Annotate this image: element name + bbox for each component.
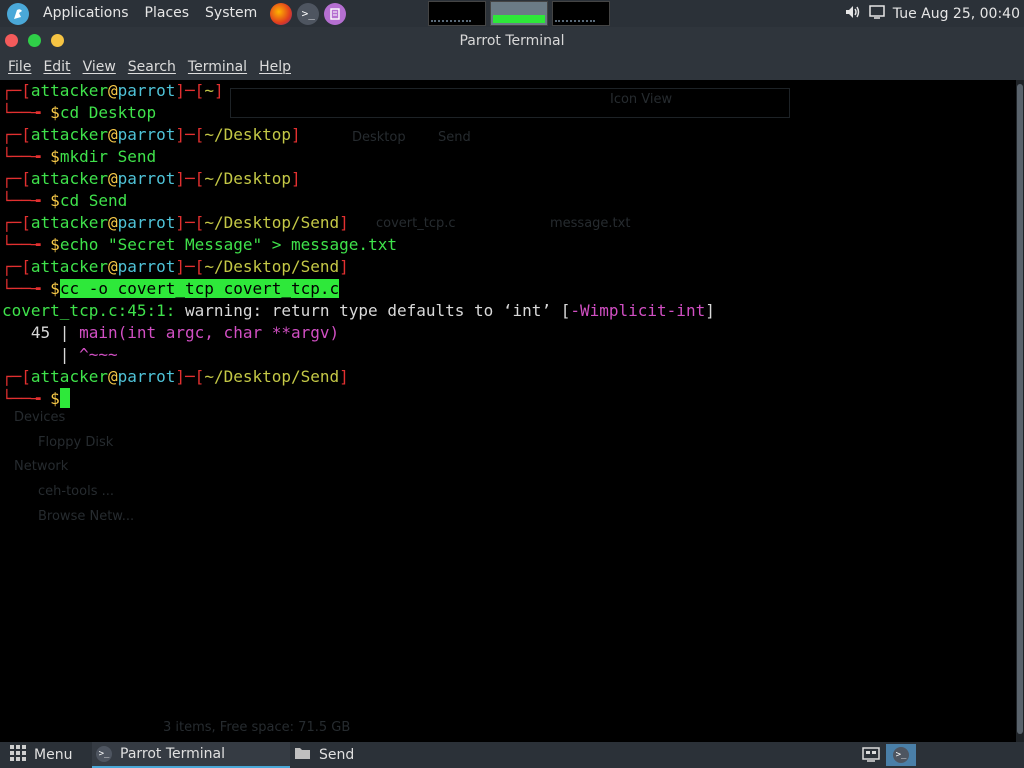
prompt-line: ┌─[attacker@parrot]─[~/Desktop/Send] [2,213,349,232]
window-title: Parrot Terminal [459,32,565,49]
workspace-2[interactable] [490,1,548,26]
workspace-1[interactable] [428,1,486,26]
workspace-3[interactable] [552,1,610,26]
command-line: └──╼ $cc -o covert_tcp covert_tcp.c [2,279,340,298]
clock[interactable]: Tue Aug 25, 00:40 [893,6,1020,22]
volume-icon[interactable] [845,5,861,23]
command-line: └──╼ $cd Send [2,191,128,210]
prompt-line: ┌─[attacker@parrot]─[~/Desktop] [2,125,301,144]
scrollbar-thumb[interactable] [1017,84,1023,734]
ghost-sidebar-network: Network [14,459,69,474]
compiler-warning: covert_tcp.c:45:1: warning: return type … [2,301,715,320]
taskbar-label-terminal: Parrot Terminal [120,746,226,762]
menu-terminal[interactable]: Terminal [184,59,255,75]
terminal-task-icon: >_ [96,746,112,762]
system-menu[interactable]: System [197,0,265,27]
parrot-logo-icon[interactable] [7,2,29,25]
prompt-line: ┌─[attacker@parrot]─[~/Desktop/Send] [2,257,349,276]
ghost-sidebar-browse: Browse Netw... [38,509,135,524]
firefox-icon[interactable] [270,2,293,25]
ghost-sidebar-ceh-tools: ceh-tools ... [38,484,114,499]
network-tray-icon[interactable] [856,744,886,766]
menu-button[interactable]: Menu [10,742,72,768]
menu-label: Menu [34,747,73,763]
ghost-sidebar-floppy: Floppy Disk [38,435,114,450]
ghost-sidebar-devices: Devices [14,410,66,425]
command-line: └──╼ $cd Desktop [2,103,157,122]
terminal-output[interactable]: Icon View Desktop Send covert_tcp.c mess… [0,80,1016,742]
taskbar-item-terminal[interactable]: >_ Parrot Terminal [92,742,290,768]
prompt-line: ┌─[attacker@parrot]─[~/Desktop] [2,169,301,188]
command-line: └──╼ $echo "Secret Message" > message.tx… [2,235,397,254]
terminal-tray-icon[interactable]: >_ [886,744,916,766]
menu-help[interactable]: Help [255,59,299,75]
window-controls [5,34,64,47]
minimize-window-button[interactable] [51,34,64,47]
highlighted-command: cc -o covert_tcp covert_tcp.c [59,279,340,298]
close-window-button[interactable] [5,34,18,47]
terminal-launcher-icon[interactable]: >_ [297,2,320,25]
display-icon[interactable] [869,4,885,23]
top-panel-right: Tue Aug 25, 00:40 [845,0,1020,27]
grid-menu-icon [10,745,26,765]
command-line: └──╼ $ [2,388,715,410]
ghost-status: 3 items, Free space: 71.5 GB [163,720,351,735]
warning-source-line: 45 | main(int argc, char **argv) [2,323,340,342]
workspace-switcher [428,1,610,26]
top-panel: Applications Places System >_ Tue Aug 25… [0,0,1024,27]
menu-file[interactable]: File [4,59,39,75]
applications-menu[interactable]: Applications [35,0,137,27]
taskbar-label-send: Send [319,747,355,763]
menu-edit[interactable]: Edit [39,59,78,75]
menu-search[interactable]: Search [124,59,184,75]
maximize-window-button[interactable] [28,34,41,47]
window-titlebar[interactable]: Parrot Terminal [0,27,1024,54]
taskbar-item-send[interactable]: Send [294,742,354,768]
prompt-line: ┌─[attacker@parrot]─[~] [2,81,224,100]
top-panel-left: Applications Places System >_ [0,0,347,27]
places-menu[interactable]: Places [137,0,198,27]
terminal-menubar: File Edit View Search Terminal Help [0,54,1024,80]
terminal-lines: ┌─[attacker@parrot]─[~] └──╼ $cd Desktop… [2,80,715,410]
command-line: └──╼ $mkdir Send [2,147,157,166]
prompt-line: ┌─[attacker@parrot]─[~/Desktop/Send] [2,367,349,386]
menu-view[interactable]: View [79,59,124,75]
terminal-scrollbar[interactable] [1016,80,1024,742]
warning-caret-line: | ^~~~ [2,345,118,364]
folder-icon [294,746,311,764]
bottom-panel: Menu >_ Parrot Terminal Send >_ [0,742,1024,768]
terminal-cursor [59,388,70,408]
notes-launcher-icon[interactable] [324,2,347,25]
